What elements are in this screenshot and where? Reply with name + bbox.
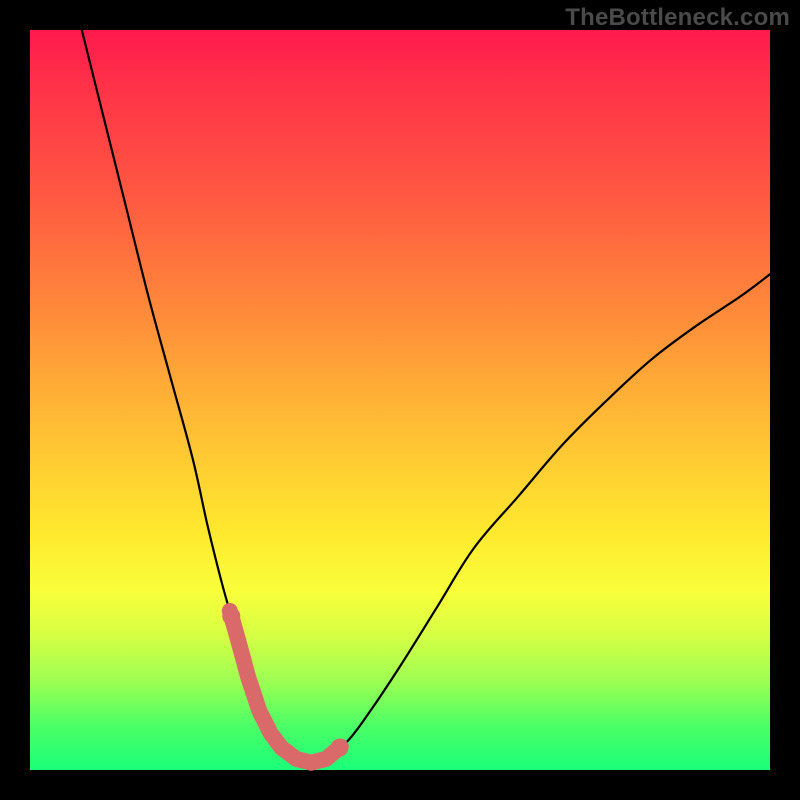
plot-area xyxy=(30,30,770,770)
bead-right xyxy=(330,739,348,757)
right-branch-curve xyxy=(311,274,770,762)
curve-layer xyxy=(30,30,770,770)
bead-left xyxy=(222,607,240,625)
watermark-text: TheBottleneck.com xyxy=(565,4,790,32)
left-branch-curve xyxy=(82,30,311,763)
chart-frame: TheBottleneck.com xyxy=(0,0,800,800)
beads-track xyxy=(230,611,341,763)
